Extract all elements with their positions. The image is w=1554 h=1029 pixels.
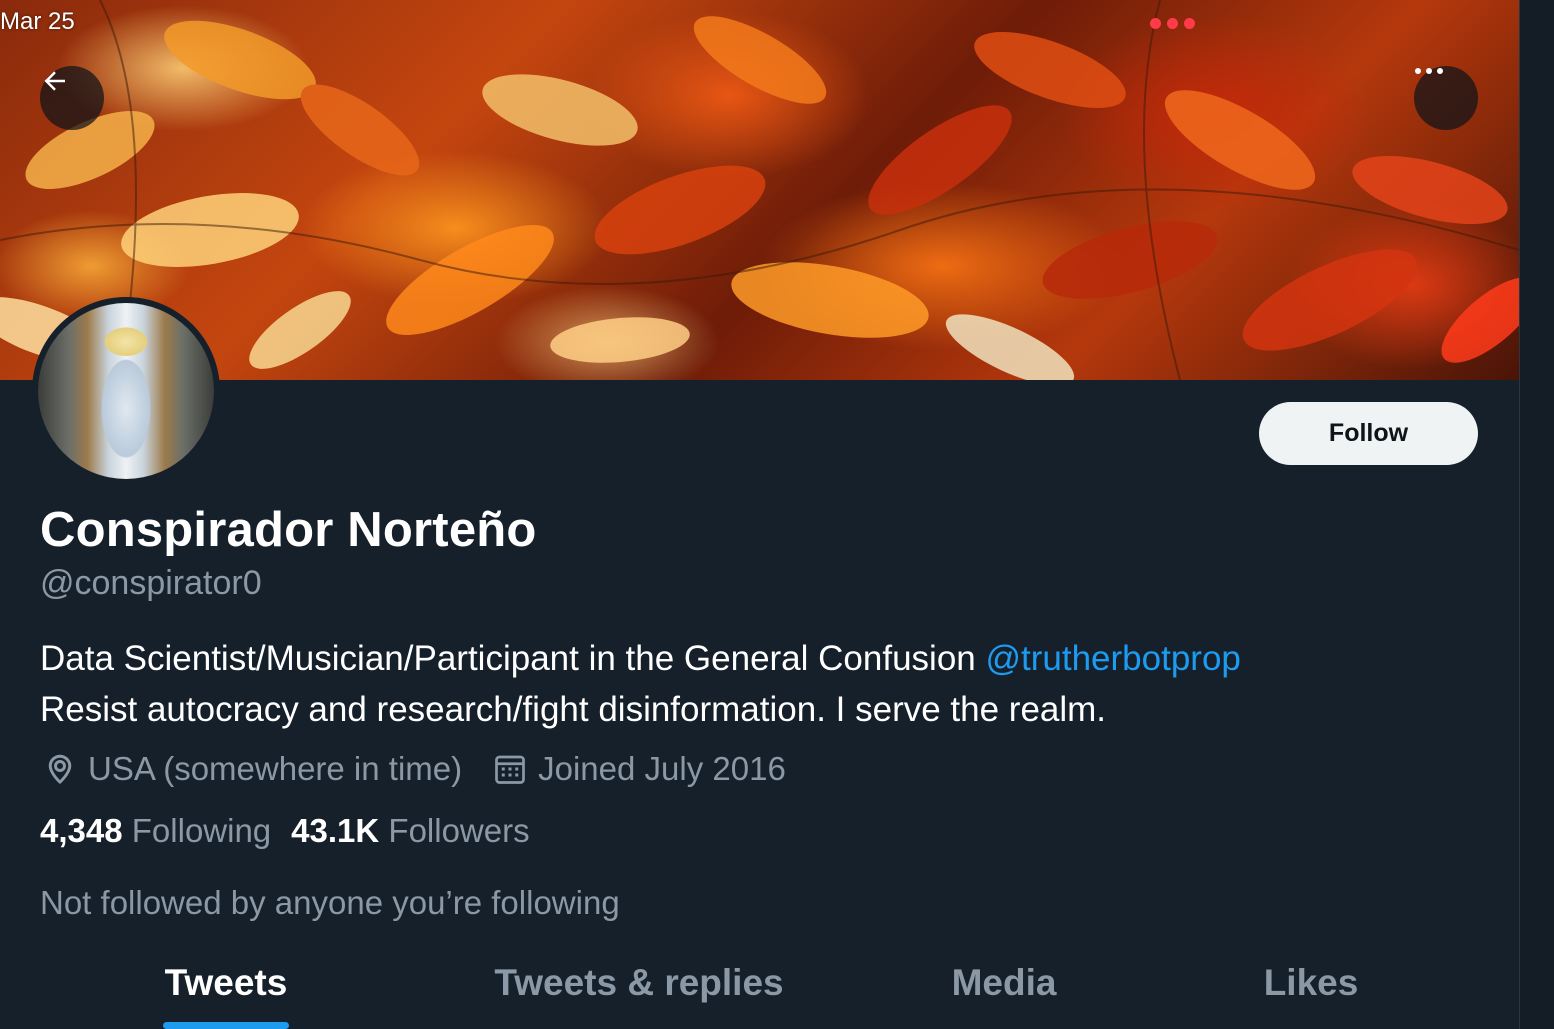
bio-line-1-text: Data Scientist/Musician/Participant in t… (40, 639, 986, 678)
follow-stats: 4,348 Following 43.1K Followers (40, 812, 530, 850)
follow-button[interactable]: Follow (1259, 402, 1478, 465)
profile-tabs: Tweets Tweets & replies Media Likes (0, 940, 1519, 1029)
profile-avatar[interactable] (32, 297, 220, 485)
location-pin-icon (40, 749, 80, 789)
followed-by-note: Not followed by anyone you’re following (40, 884, 620, 921)
profile-meta: USA (somewhere in time) Joined July 2016 (40, 748, 786, 790)
profile-bio: Data Scientist/Musician/Participant in t… (40, 633, 1241, 735)
window-dots-indicator (1150, 18, 1195, 29)
tab-tweets[interactable]: Tweets (0, 940, 452, 1029)
followers-label: Followers (388, 812, 530, 849)
bio-line-2: Resist autocracy and research/fight disi… (40, 690, 1107, 729)
profile-location: USA (somewhere in time) (40, 749, 462, 789)
back-button[interactable] (40, 66, 104, 130)
profile-pane: Mar 25 Follow Conspirador Norteño @consp… (0, 0, 1519, 1029)
active-tab-indicator (163, 1022, 289, 1029)
location-text: USA (somewhere in time) (88, 750, 463, 787)
profile-joined-date: Joined July 2016 (490, 749, 786, 789)
following-link[interactable]: 4,348 Following (40, 812, 271, 850)
following-count: 4,348 (40, 812, 123, 849)
joined-text: Joined July 2016 (538, 750, 786, 787)
bio-line-1: Data Scientist/Musician/Participant in t… (40, 633, 1241, 684)
tab-media[interactable]: Media (826, 940, 1182, 1029)
followers-count: 43.1K (291, 812, 380, 849)
status-bar-time: Mar 25 (0, 8, 75, 35)
tab-tweets-and-replies[interactable]: Tweets & replies (452, 940, 826, 1029)
followers-link[interactable]: 43.1K Followers (291, 812, 529, 850)
tab-likes[interactable]: Likes (1182, 940, 1440, 1029)
profile-display-name: Conspirador Norteño (40, 503, 537, 557)
profile-handle: @conspirator0 (40, 564, 262, 602)
profile-banner-image[interactable]: Mar 25 (0, 0, 1519, 380)
bio-mention-link[interactable]: @trutherbotprop (985, 639, 1240, 678)
avatar-image (38, 303, 214, 479)
adjacent-panel-edge (1519, 0, 1554, 1029)
more-options-button[interactable] (1414, 66, 1478, 130)
following-label: Following (131, 812, 272, 849)
banner-leaves-graphic (0, 0, 1519, 380)
calendar-icon (490, 749, 530, 789)
